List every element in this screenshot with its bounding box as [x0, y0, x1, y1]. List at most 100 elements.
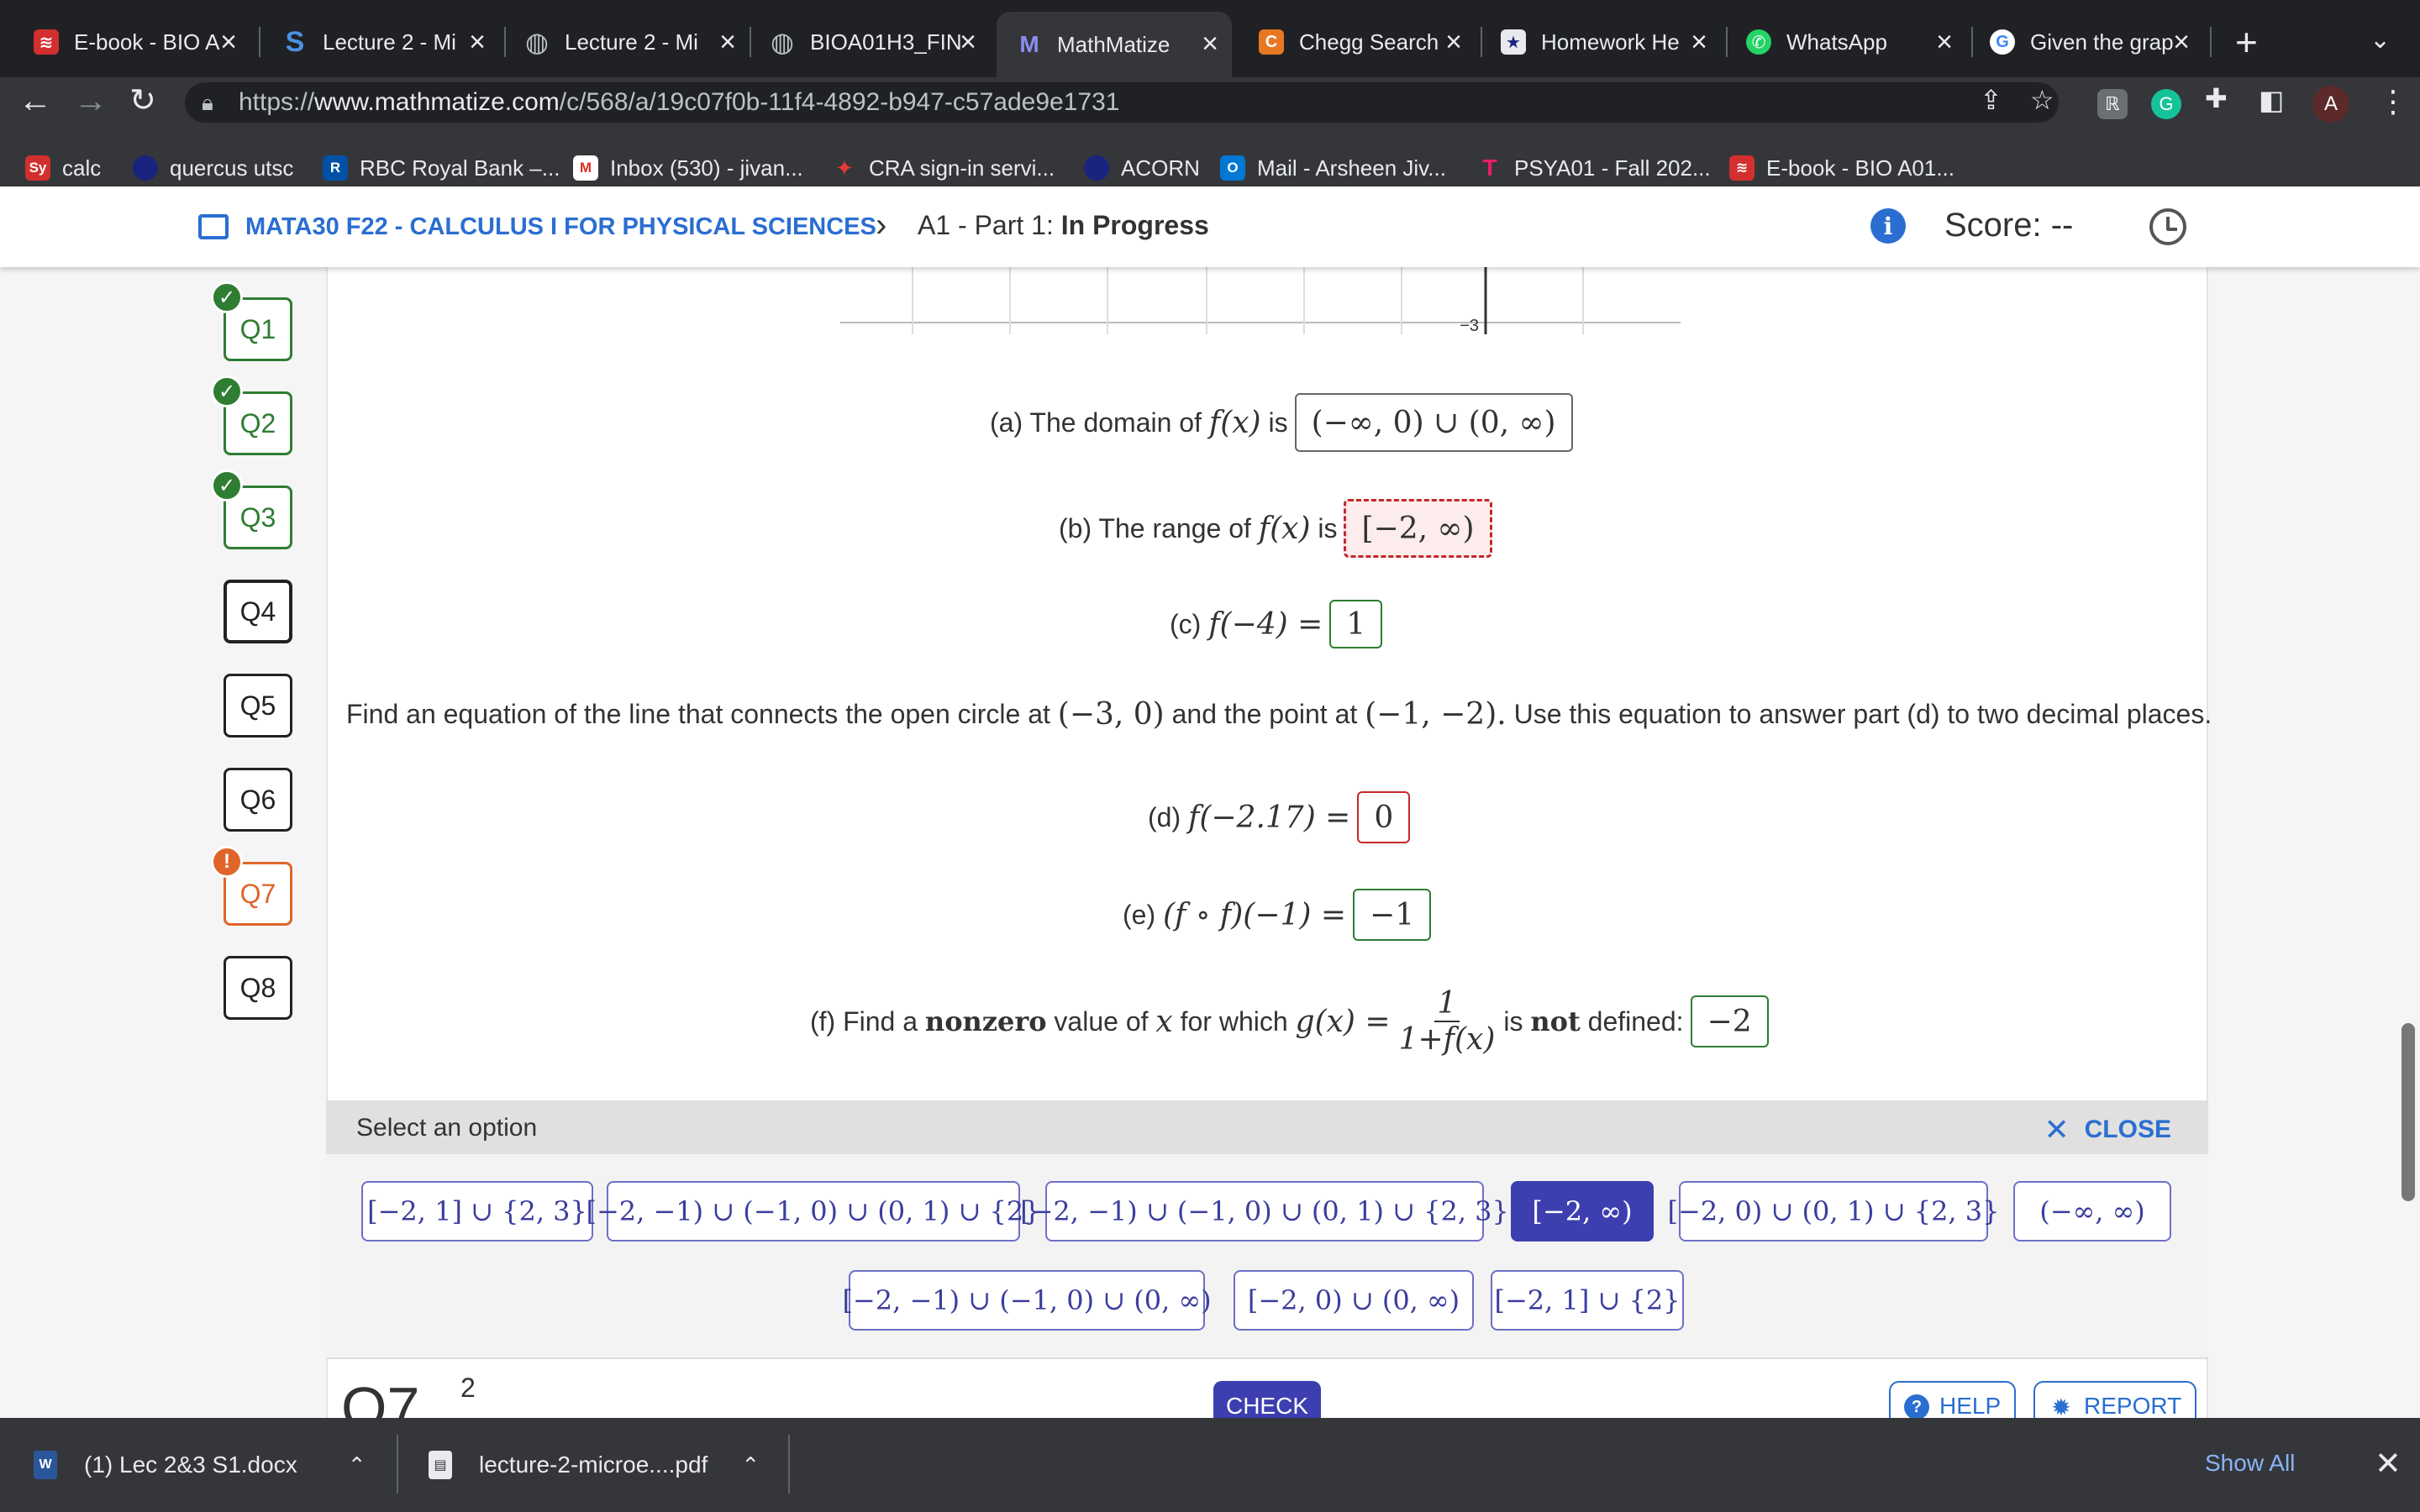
address-bar[interactable]: 🔒︎ https://www.mathmatize.com/c/568/a/19…: [185, 82, 2059, 123]
part-e-expr: (f ∘ f)(−1) =: [1163, 897, 1347, 932]
reload-icon[interactable]: ↻: [129, 77, 156, 124]
download-item[interactable]: ▤ lecture-2-microe....pdf ⌃: [429, 1441, 760, 1488]
bookmark-item[interactable]: Sy calc: [25, 151, 101, 185]
browser-tab-strip: ≋ E-book - BIO A × S Lecture 2 - Mi × ◍ …: [0, 0, 2420, 77]
option-button[interactable]: [−2, −1) ∪ (−1, 0) ∪ (0, 1) ∪ {2}: [586, 1181, 1041, 1242]
question-nav-q7[interactable]: ! Q7: [211, 846, 292, 926]
option-button[interactable]: (−∞, ∞): [2013, 1181, 2171, 1242]
forward-arrow-icon[interactable]: →: [74, 77, 108, 124]
close-tab-icon[interactable]: ×: [469, 25, 486, 59]
clock-icon[interactable]: [2149, 208, 2186, 245]
tab-separator: [259, 27, 260, 57]
rbc-icon: R: [323, 155, 348, 181]
close-tab-icon[interactable]: ×: [220, 25, 237, 59]
graph-tick-label: −3: [1460, 317, 1479, 334]
new-tab-icon[interactable]: +: [2235, 18, 2258, 66]
close-tab-icon[interactable]: ×: [1691, 25, 1707, 59]
option-button[interactable]: [−2, 0) ∪ (0, ∞): [1234, 1270, 1474, 1331]
bookmark-item[interactable]: M Inbox (530) - jivan...: [573, 151, 803, 185]
browser-tab[interactable]: ≋ E-book - BIO A ×: [34, 18, 245, 66]
browser-tab[interactable]: ★ Homework He ×: [1501, 18, 1716, 66]
question-nav-q8[interactable]: Q8: [224, 956, 292, 1020]
question-nav-q5[interactable]: Q5: [224, 674, 292, 738]
close-button[interactable]: ✕ CLOSE: [2044, 1112, 2171, 1147]
part-f-expr: g(x) =: [1295, 1004, 1391, 1039]
browser-tab[interactable]: G Given the grap ×: [1990, 18, 2198, 66]
bookmark-item[interactable]: T PSYA01 - Fall 202...: [1477, 151, 1711, 185]
browser-tab[interactable]: S Lecture 2 - Mi ×: [282, 18, 494, 66]
scrollbar-thumb[interactable]: [2402, 1023, 2415, 1201]
option-button[interactable]: [−2, 0) ∪ (0, 1) ∪ {2, 3}: [1668, 1181, 1999, 1242]
answer-box-c[interactable]: 1: [1329, 600, 1383, 648]
back-arrow-icon[interactable]: ←: [18, 77, 52, 124]
option-button[interactable]: [−2, 1] ∪ {2}: [1491, 1270, 1684, 1331]
answer-box-d[interactable]: 0: [1357, 791, 1411, 843]
grammarly-icon[interactable]: G: [2151, 89, 2181, 119]
bookmark-item[interactable]: ≋ E-book - BIO A01...: [1729, 151, 1954, 185]
question-part-f: (f) Find a nonzero value of x for which …: [810, 986, 1769, 1057]
bookmark-label: ACORN: [1121, 155, 1200, 181]
close-tab-icon[interactable]: ×: [960, 25, 976, 59]
part-f-text: defined:: [1587, 1005, 1684, 1037]
info-icon[interactable]: i: [1870, 208, 1906, 244]
close-tab-icon[interactable]: ×: [1445, 25, 1462, 59]
browser-tab-active[interactable]: M MathMatize ×: [997, 12, 1232, 77]
pdf-file-icon: ▤: [429, 1451, 452, 1479]
extension-icon[interactable]: ℝ: [2097, 89, 2128, 119]
scrollbar-track[interactable]: [2396, 267, 2420, 1418]
check-button[interactable]: CHECK: [1213, 1381, 1321, 1423]
part-f-var: x: [1155, 1004, 1173, 1039]
bookmark-label: PSYA01 - Fall 202...: [1514, 155, 1711, 181]
bookmark-item[interactable]: O Mail - Arsheen Jiv...: [1220, 151, 1446, 185]
bookmark-label: E-book - BIO A01...: [1766, 155, 1954, 181]
browser-tab[interactable]: ◍ Lecture 2 - Mi ×: [524, 18, 744, 66]
course-link[interactable]: MATA30 F22 - CALCULUS I FOR PHYSICAL SCI…: [198, 208, 876, 245]
avatar[interactable]: A: [2312, 86, 2349, 123]
bookmark-item[interactable]: R RBC Royal Bank –...: [323, 151, 560, 185]
help-button[interactable]: ? HELP: [1889, 1381, 2017, 1423]
part-b-mid: is: [1318, 512, 1338, 543]
show-all-button[interactable]: Show All: [2205, 1450, 2295, 1477]
part-d-text: (d): [1148, 801, 1181, 832]
bookmark-item[interactable]: quercus utsc: [133, 151, 293, 185]
question-label: Q5: [239, 690, 276, 721]
answer-box-b[interactable]: [−2, ∞): [1344, 499, 1492, 558]
option-button-selected[interactable]: [−2, ∞): [1511, 1181, 1654, 1242]
browser-tab[interactable]: ◍ BIOA01H3_FIN ×: [770, 18, 985, 66]
question-nav-q3[interactable]: ✓ Q3: [211, 470, 292, 549]
answer-box-a[interactable]: (−∞, 0) ∪ (0, ∞): [1294, 393, 1573, 452]
chevron-up-icon[interactable]: ⌃: [741, 1452, 760, 1478]
kebab-menu-icon[interactable]: ⋮: [2378, 84, 2408, 119]
acorn-icon: [1084, 155, 1109, 181]
bookmark-item[interactable]: ✦ CRA sign-in servi...: [832, 151, 1055, 185]
warning-icon: !: [211, 846, 243, 878]
question-nav-q4[interactable]: Q4: [224, 580, 292, 643]
bookmark-star-icon[interactable]: ☆: [2030, 86, 2054, 114]
google-icon: G: [1990, 29, 2015, 55]
close-tab-icon[interactable]: ×: [2173, 25, 2190, 59]
option-button[interactable]: [−2, −1) ∪ (−1, 0) ∪ (0, ∞): [842, 1270, 1212, 1331]
close-tab-icon[interactable]: ×: [1202, 27, 1218, 60]
browser-tab[interactable]: C Chegg Search ×: [1259, 18, 1470, 66]
bookmark-item[interactable]: ACORN: [1084, 151, 1200, 185]
close-icon[interactable]: ✕: [2375, 1445, 2402, 1483]
question-nav-q2[interactable]: ✓ Q2: [211, 375, 292, 455]
download-item[interactable]: W (1) Lec 2&3 S1.docx ⌃: [34, 1441, 366, 1488]
puzzle-icon[interactable]: ✚: [2205, 84, 2228, 113]
close-tab-icon[interactable]: ×: [1936, 25, 1953, 59]
option-button[interactable]: [−2, 1] ∪ {2, 3}: [361, 1181, 593, 1242]
browser-tab[interactable]: ✆ WhatsApp ×: [1746, 18, 1961, 66]
question-nav-q1[interactable]: ✓ Q1: [211, 281, 292, 361]
report-button[interactable]: ✹ REPORT: [2033, 1381, 2197, 1423]
answer-box-f[interactable]: −2: [1690, 995, 1769, 1047]
side-panel-icon[interactable]: ◧: [2259, 86, 2284, 114]
share-icon[interactable]: ⇪: [1980, 86, 2002, 114]
url-prefix: https://: [239, 88, 315, 116]
page-header: MATA30 F22 - CALCULUS I FOR PHYSICAL SCI…: [0, 186, 2420, 267]
chevron-down-icon[interactable]: ⌄: [2370, 25, 2391, 55]
question-nav-q6[interactable]: Q6: [224, 768, 292, 832]
chevron-up-icon[interactable]: ⌃: [348, 1452, 366, 1478]
close-tab-icon[interactable]: ×: [719, 25, 736, 59]
option-button[interactable]: [−2, −1) ∪ (−1, 0) ∪ (0, 1) ∪ {2, 3}: [1020, 1181, 1509, 1242]
answer-box-e[interactable]: −1: [1353, 889, 1432, 941]
